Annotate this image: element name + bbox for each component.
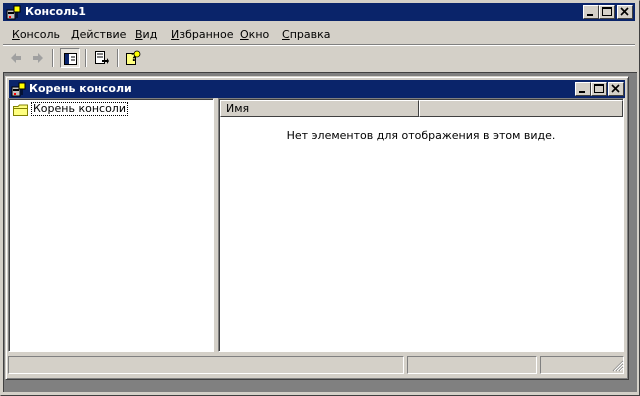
child-minimize-button[interactable]: [575, 82, 591, 96]
toolbar-separator: [117, 49, 119, 67]
export-list-icon: [95, 51, 109, 64]
menu-bar: Консоль Действие Вид Избранное Окно Спра…: [3, 24, 635, 44]
close-button[interactable]: [617, 5, 633, 19]
menu-favorites[interactable]: Избранное: [171, 27, 233, 43]
minimize-icon: [579, 91, 585, 93]
maximize-button[interactable]: [599, 5, 615, 19]
menu-help[interactable]: Справка: [282, 27, 330, 43]
column-header-empty[interactable]: [419, 100, 623, 117]
back-button[interactable]: [6, 48, 26, 68]
mmc-app-icon[interactable]: [6, 4, 22, 20]
console-tree-pane[interactable]: Корень консоли: [8, 98, 214, 352]
show-hide-console-tree-icon: [64, 53, 77, 65]
child-close-button[interactable]: [608, 82, 624, 96]
help-button[interactable]: ?: [123, 48, 143, 68]
toolbar-separator: [85, 49, 87, 67]
minimize-icon: [587, 14, 593, 16]
menu-window[interactable]: Окно: [240, 27, 269, 43]
forward-arrow-icon: [33, 53, 43, 63]
maximize-icon: [594, 84, 604, 93]
back-arrow-icon: [11, 53, 21, 63]
help-icon: ?: [126, 50, 141, 65]
maximize-icon: [602, 7, 612, 16]
tree-node-label[interactable]: Корень консоли: [31, 102, 128, 116]
child-window-titlebar[interactable]: Корень консоли: [9, 80, 625, 98]
status-panel-2: [407, 356, 537, 374]
window-title: Консоль1: [25, 5, 86, 18]
empty-list-message: Нет элементов для отображения в этом вид…: [286, 129, 556, 142]
child-window-title: Корень консоли: [29, 82, 132, 95]
folder-icon: [12, 102, 30, 118]
menu-action[interactable]: Действие: [71, 27, 126, 43]
show-hide-tree-button[interactable]: [60, 48, 80, 68]
result-list-pane[interactable]: Имя Нет элементов для отображения в этом…: [218, 98, 624, 352]
column-header-name[interactable]: Имя: [220, 100, 419, 117]
child-maximize-button[interactable]: [591, 82, 607, 96]
resize-grip-icon[interactable]: [610, 358, 624, 372]
menu-console[interactable]: Консоль: [12, 27, 60, 43]
status-panel-main: [8, 356, 404, 374]
export-list-button[interactable]: [92, 48, 112, 68]
forward-button[interactable]: [28, 48, 48, 68]
close-icon: [611, 84, 620, 93]
mmc-app-icon[interactable]: [11, 81, 27, 97]
minimize-button[interactable]: [583, 5, 599, 19]
toolbar-separator: [52, 49, 54, 67]
toolbar: ?: [3, 46, 635, 70]
menu-view[interactable]: Вид: [135, 27, 157, 43]
window-titlebar[interactable]: Консоль1: [3, 3, 635, 21]
close-icon: [620, 7, 629, 16]
